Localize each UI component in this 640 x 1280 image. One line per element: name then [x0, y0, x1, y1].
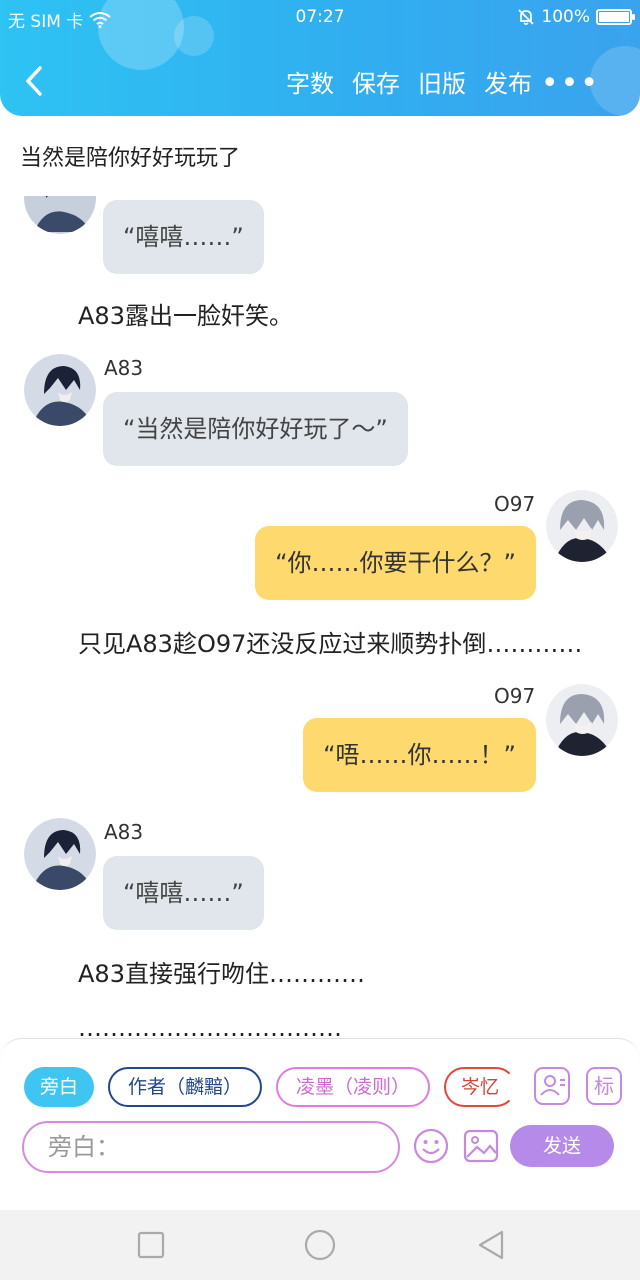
- avatar-a83[interactable]: [24, 818, 96, 890]
- narration-text: A83露出一脸奸笑。: [78, 302, 293, 330]
- chat-bubble[interactable]: “唔……你……！”: [303, 718, 536, 792]
- back-nav-icon[interactable]: [474, 1228, 508, 1262]
- emoji-icon[interactable]: [412, 1127, 450, 1165]
- narration-text: ……………………………: [78, 1014, 342, 1040]
- narration-text: A83直接强行吻住…………: [78, 960, 365, 988]
- more-options-icon[interactable]: •••: [541, 66, 600, 101]
- avatar-a83[interactable]: [24, 162, 96, 234]
- home-icon[interactable]: [303, 1228, 337, 1262]
- header-bar: 无 SIM 卡 07:27 100% 字数 保存 旧版 发布 •••: [0, 0, 640, 116]
- message-input[interactable]: 旁白：: [22, 1121, 400, 1173]
- speaker-name: A83: [104, 820, 144, 844]
- speaker-name: O97: [494, 684, 536, 708]
- role-chip-author[interactable]: 作者（麟黯）: [108, 1067, 262, 1107]
- battery-percent: 100%: [541, 7, 590, 27]
- battery-icon: [596, 9, 635, 25]
- speaker-name: A83: [104, 356, 144, 380]
- chat-area[interactable]: 当然是陪你好好玩玩了 “嘻嘻……” A83露出一脸奸笑。 A83 “当然是陪你好…: [0, 116, 640, 1040]
- character-manage-button[interactable]: [534, 1067, 570, 1105]
- narration-text: 只见A83趁O97还没反应过来顺势扑倒…………: [78, 630, 583, 658]
- role-chip-narration[interactable]: 旁白: [24, 1067, 94, 1107]
- screen: 无 SIM 卡 07:27 100% 字数 保存 旧版 发布 ••• 当然是陪你…: [0, 0, 640, 1280]
- chat-bubble[interactable]: “嘻嘻……”: [103, 200, 264, 274]
- user-list-icon: [540, 1075, 565, 1096]
- role-chip-cenyi[interactable]: 岑忆: [444, 1067, 516, 1107]
- old-version-button[interactable]: 旧版: [418, 64, 466, 99]
- mute-bell-icon: [518, 9, 535, 25]
- word-count-button[interactable]: 字数: [286, 64, 334, 99]
- chat-bubble[interactable]: “嘻嘻……”: [103, 856, 264, 930]
- avatar-o97[interactable]: [546, 684, 618, 756]
- save-button[interactable]: 保存: [352, 64, 400, 99]
- tag-button[interactable]: 标: [586, 1067, 622, 1105]
- publish-button[interactable]: 发布: [484, 64, 532, 99]
- toolbar-menu: 字数 保存 旧版 发布: [286, 64, 532, 99]
- narration-text: 当然是陪你好好玩玩了: [20, 146, 241, 171]
- avatar-a83[interactable]: [24, 354, 96, 426]
- battery-fill: [599, 12, 629, 22]
- speaker-name: O97: [494, 492, 536, 516]
- role-chip-lingmo[interactable]: 凌墨（凌则）: [276, 1067, 430, 1107]
- chat-bubble[interactable]: “你……你要干什么？”: [255, 526, 536, 600]
- image-icon[interactable]: [462, 1127, 500, 1165]
- status-bar: 无 SIM 卡 07:27 100%: [0, 0, 640, 34]
- input-panel: 旁白 作者（麟黯） 凌墨（凌则） 岑忆 标 旁白： 发送: [0, 1038, 640, 1210]
- chat-bubble[interactable]: “当然是陪你好好玩了～”: [103, 392, 408, 466]
- system-nav-bar: [0, 1210, 640, 1280]
- back-arrow-icon[interactable]: [22, 64, 46, 98]
- recent-apps-icon[interactable]: [134, 1228, 168, 1262]
- send-button[interactable]: 发送: [510, 1125, 614, 1167]
- avatar-o97[interactable]: [546, 490, 618, 562]
